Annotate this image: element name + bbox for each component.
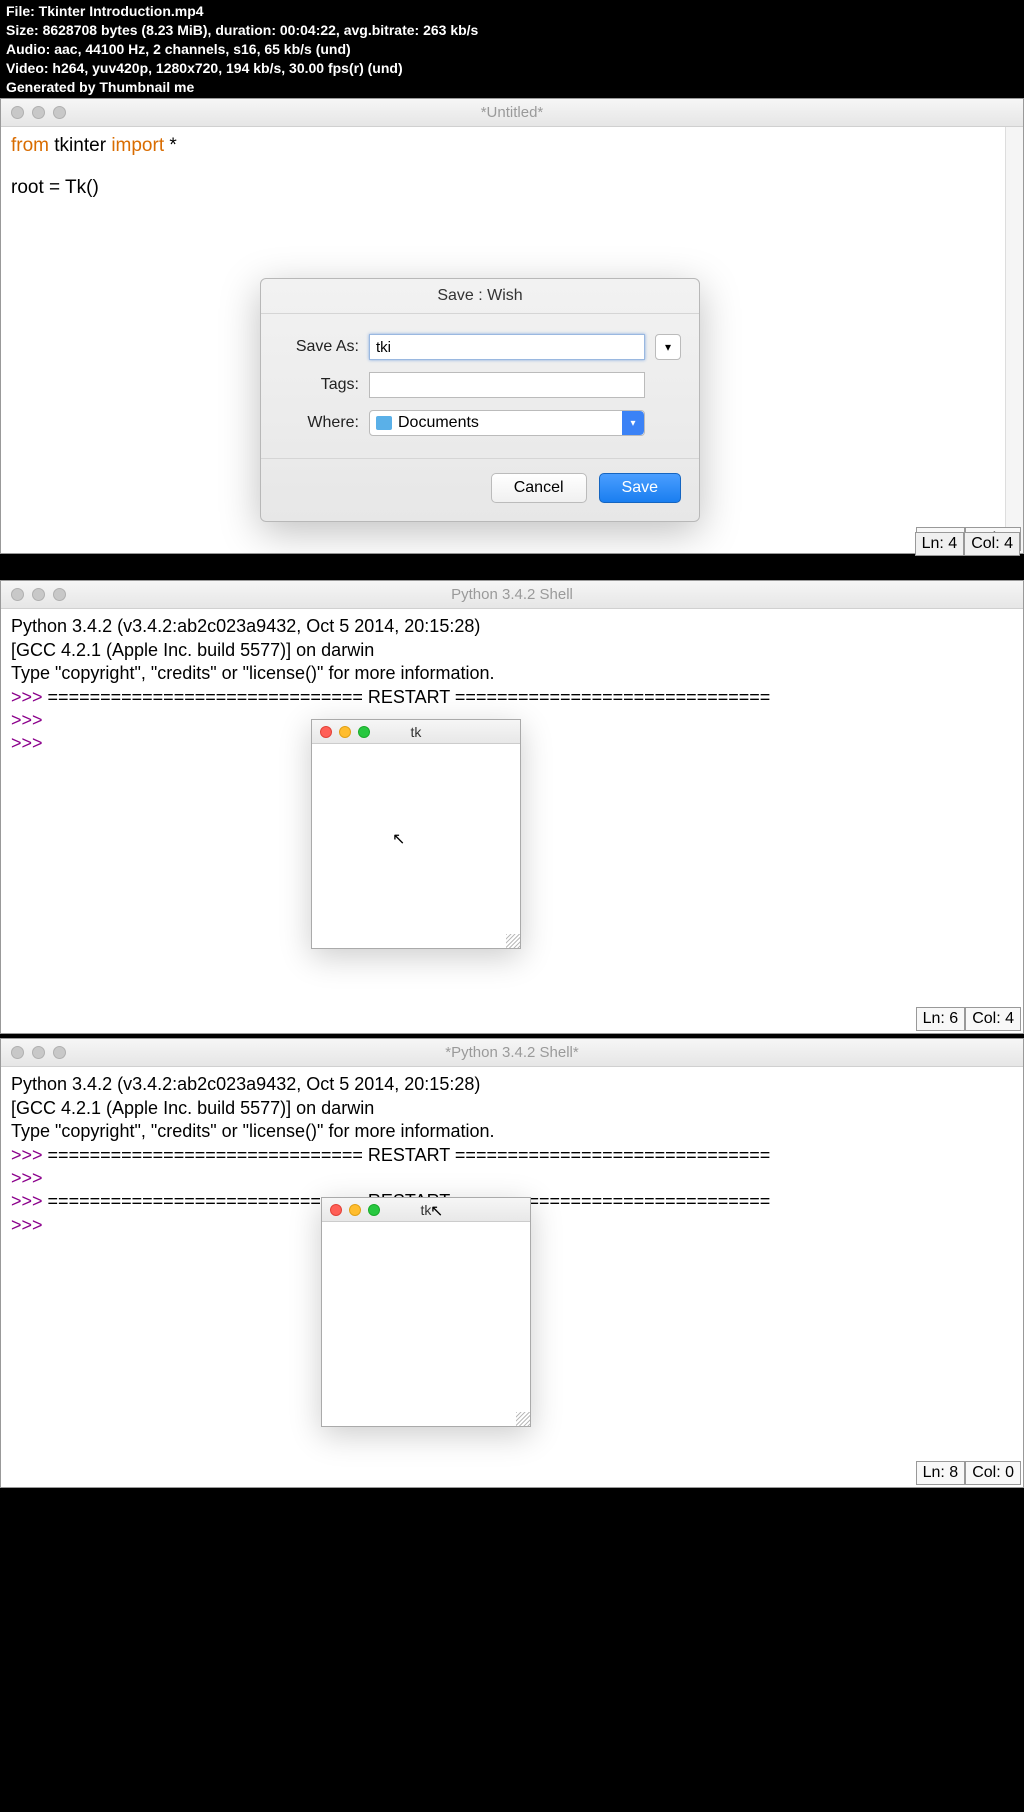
avgbitrate-value: 263 kb/s <box>423 22 478 38</box>
cursor-icon: ↖ <box>430 1202 443 1223</box>
prompt: >>> <box>11 1215 43 1235</box>
video-metadata-header: File: Tkinter Introduction.mp4 Size: 862… <box>0 0 1024 98</box>
outer-status-line: Ln: 4 <box>915 532 965 556</box>
shell-title: *Python 3.4.2 Shell* <box>1 1044 1023 1061</box>
shell-window-2: *Python 3.4.2 Shell* Python 3.4.2 (v3.4.… <box>0 1038 1024 1488</box>
code-text: tkinter <box>49 135 111 156</box>
status-line: Ln: 8 <box>916 1461 966 1485</box>
dropdown-arrow-icon: ▾ <box>622 411 644 435</box>
video-value: h264, yuv420p, 1280x720, 194 kb/s, 30.00… <box>52 60 402 76</box>
video-label: Video: <box>6 60 49 76</box>
where-label: Where: <box>279 414 359 432</box>
editor-titlebar[interactable]: *Untitled* <box>1 99 1023 127</box>
keyword-from: from <box>11 135 49 156</box>
cursor-icon: ↖ <box>392 830 405 851</box>
file-label: File: <box>6 3 35 19</box>
prompt: >>> <box>11 733 43 753</box>
shell-titlebar[interactable]: *Python 3.4.2 Shell* <box>1 1039 1023 1067</box>
duration-label: duration: <box>215 22 276 38</box>
shell-content[interactable]: Python 3.4.2 (v3.4.2:ab2c023a9432, Oct 5… <box>1 609 1023 1029</box>
shell-statusbar: Ln: 6 Col: 4 <box>916 1007 1021 1031</box>
shell-content[interactable]: Python 3.4.2 (v3.4.2:ab2c023a9432, Oct 5… <box>1 1067 1023 1487</box>
restart-line: ============================== RESTART =… <box>48 1145 771 1165</box>
save-dialog: Save : Wish Save As: ▾ Tags: Where: Docu… <box>260 278 700 522</box>
editor-title: *Untitled* <box>1 104 1023 121</box>
shell-line: Python 3.4.2 (v3.4.2:ab2c023a9432, Oct 5… <box>11 615 1013 638</box>
saveas-label: Save As: <box>279 338 359 356</box>
cancel-button[interactable]: Cancel <box>491 473 587 503</box>
code-line: root = Tk() <box>11 177 1013 199</box>
shell-line: [GCC 4.2.1 (Apple Inc. build 5577)] on d… <box>11 639 1013 662</box>
size-value: 8628708 bytes (8.23 MiB), <box>43 22 212 38</box>
resize-handle[interactable] <box>506 934 520 948</box>
where-select[interactable]: Documents ▾ <box>369 410 645 436</box>
tk-app-window[interactable]: tk ↖ <box>311 719 521 949</box>
restart-line: ============================== RESTART =… <box>48 687 771 707</box>
tags-label: Tags: <box>279 376 359 394</box>
status-col: Col: 0 <box>965 1461 1021 1485</box>
outer-statusbar: Ln: 4 Col: 4 <box>915 532 1020 556</box>
code-text: * <box>164 135 177 156</box>
shell-line: [GCC 4.2.1 (Apple Inc. build 5577)] on d… <box>11 1097 1013 1120</box>
expand-button[interactable]: ▾ <box>655 334 681 360</box>
size-label: Size: <box>6 22 39 38</box>
where-value: Documents <box>398 414 479 432</box>
outer-status-col: Col: 4 <box>964 532 1020 556</box>
shell-titlebar[interactable]: Python 3.4.2 Shell <box>1 581 1023 609</box>
prompt: >>> <box>11 710 43 730</box>
saveas-input[interactable] <box>369 334 645 360</box>
generated-label: Generated by Thumbnail me <box>6 79 194 95</box>
tk-app-window[interactable]: tk ↖ <box>321 1197 531 1427</box>
tk-title: tk <box>322 1201 530 1219</box>
tk-titlebar[interactable]: tk <box>312 720 520 744</box>
status-line: Ln: 6 <box>916 1007 966 1031</box>
prompt: >>> <box>11 687 48 707</box>
shell-window-1: Python 3.4.2 Shell Python 3.4.2 (v3.4.2:… <box>0 580 1024 1034</box>
keyword-import: import <box>111 135 164 156</box>
shell-line: Type "copyright", "credits" or "license(… <box>11 662 1013 685</box>
tk-title: tk <box>312 723 520 741</box>
audio-label: Audio: <box>6 41 50 57</box>
tags-input[interactable] <box>369 372 645 398</box>
file-value: Tkinter Introduction.mp4 <box>39 3 204 19</box>
avgbitrate-label: avg.bitrate: <box>344 22 419 38</box>
tk-titlebar[interactable]: tk <box>322 1198 530 1222</box>
prompt: >>> <box>11 1191 48 1211</box>
audio-value: aac, 44100 Hz, 2 channels, s16, 65 kb/s … <box>54 41 350 57</box>
resize-handle[interactable] <box>516 1412 530 1426</box>
prompt: >>> <box>11 1168 43 1188</box>
folder-icon <box>376 416 392 430</box>
shell-line: Python 3.4.2 (v3.4.2:ab2c023a9432, Oct 5… <box>11 1073 1013 1096</box>
prompt: >>> <box>11 1145 48 1165</box>
dialog-title: Save : Wish <box>261 279 699 314</box>
shell-statusbar: Ln: 8 Col: 0 <box>916 1461 1021 1485</box>
shell-line: Type "copyright", "credits" or "license(… <box>11 1120 1013 1143</box>
save-button[interactable]: Save <box>599 473 681 503</box>
duration-value: 00:04:22, <box>280 22 340 38</box>
chevron-down-icon: ▾ <box>665 340 671 354</box>
shell-title: Python 3.4.2 Shell <box>1 586 1023 603</box>
status-col: Col: 4 <box>965 1007 1021 1031</box>
